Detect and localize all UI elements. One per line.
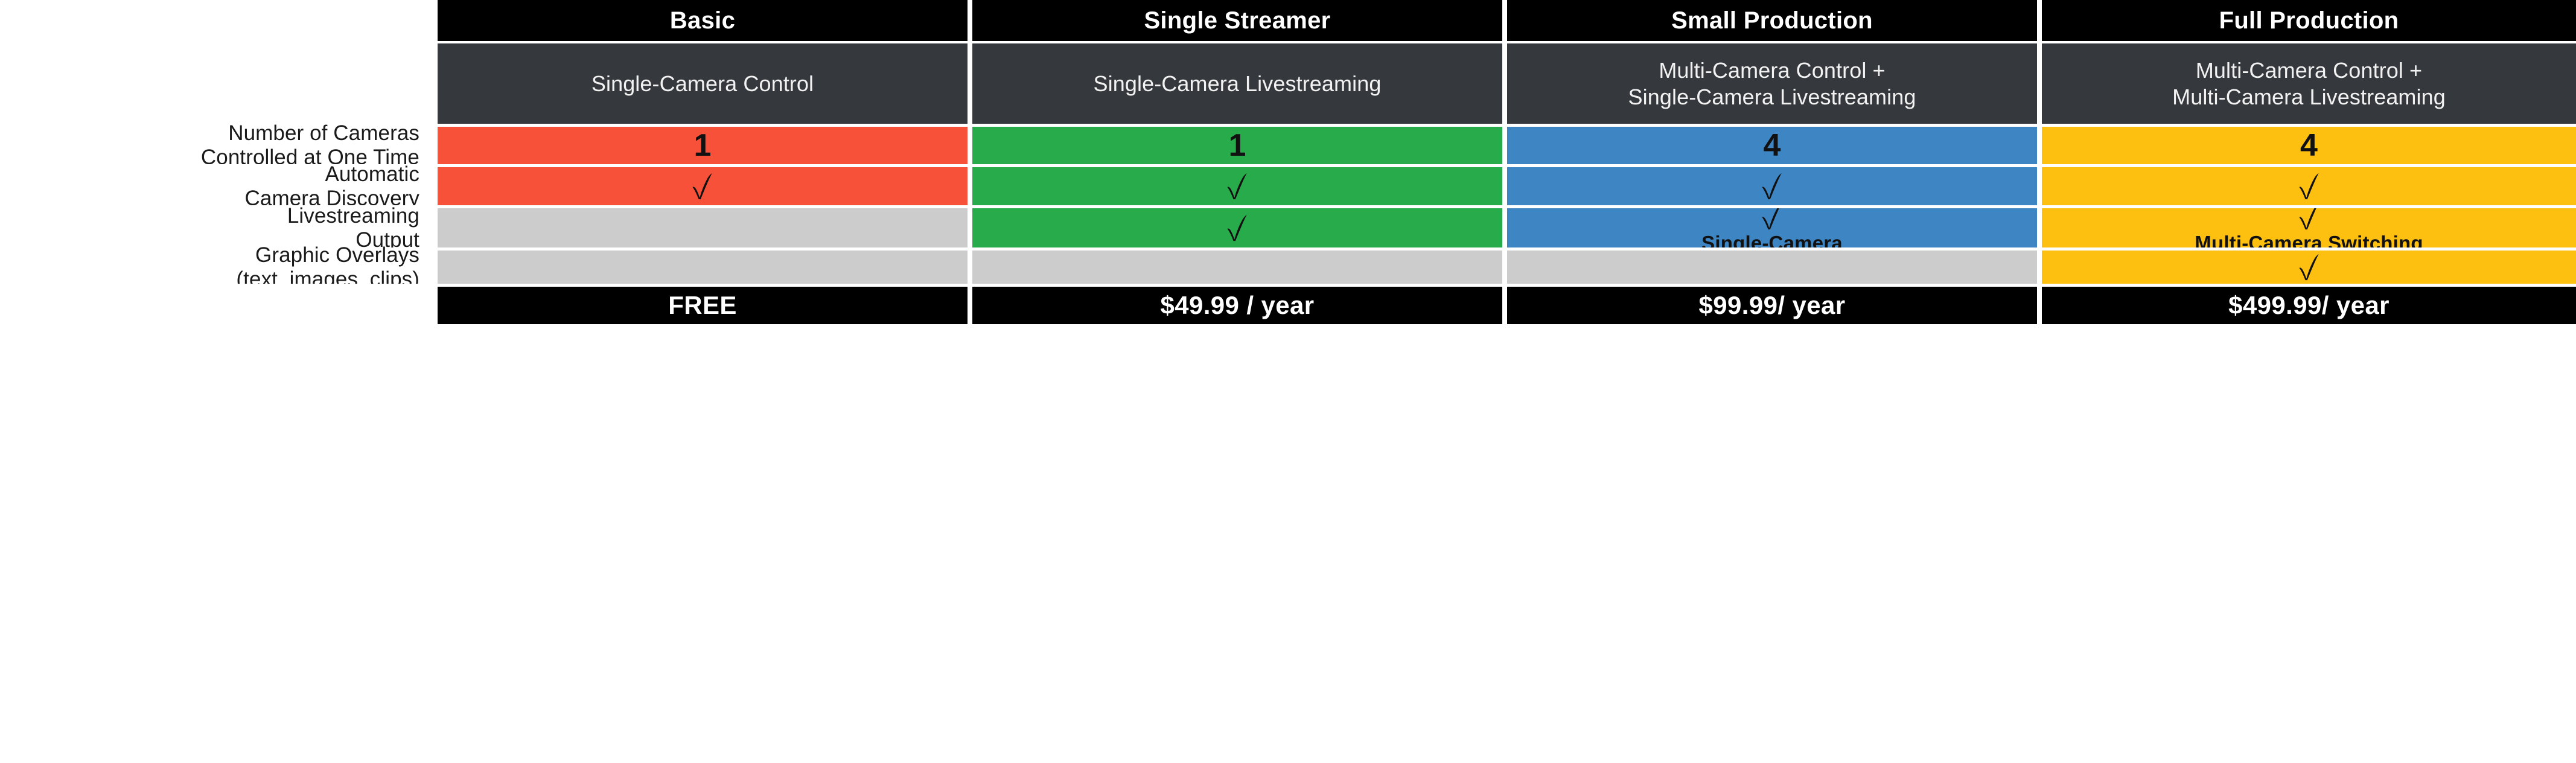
- camera-count-value: 1: [693, 128, 712, 163]
- check-icon: [689, 173, 716, 200]
- feature-cell-value: 4: [2042, 127, 2576, 164]
- feature-cell-included: [972, 208, 1507, 247]
- feature-cell-note: Multi-Camera Switching: [2195, 232, 2423, 247]
- feature-label-graphic-overlays: Graphic Overlays (text, images, clips): [0, 243, 438, 291]
- feature-cell-excluded: [972, 251, 1507, 284]
- price-text: $99.99/ year: [1698, 291, 1846, 319]
- price-cell-single-streamer[interactable]: $49.99 / year: [972, 287, 1507, 324]
- feature-cell-excluded: [438, 251, 972, 284]
- feature-cell-included: [1507, 167, 2042, 205]
- plan-header-basic[interactable]: Basic: [438, 0, 972, 41]
- plan-subtitle-full-production: Multi-Camera Control + Multi-Camera Live…: [2042, 43, 2576, 124]
- feature-cell-included: [438, 167, 972, 205]
- plan-header-full-production[interactable]: Full Production: [2042, 0, 2576, 41]
- camera-count-value: 1: [1228, 128, 1246, 163]
- feature-cell-excluded: [438, 208, 972, 247]
- camera-count-value: 4: [2300, 128, 2318, 163]
- feature-label-automatic-camera-discovery: Automatic Camera Discovery: [0, 162, 438, 210]
- header-label-spacer: [0, 0, 438, 41]
- feature-cell-value: 4: [1507, 127, 2042, 164]
- plan-name: Small Production: [1671, 7, 1873, 34]
- plan-name: Single Streamer: [1144, 7, 1331, 34]
- plan-name: Basic: [669, 7, 736, 34]
- check-icon: [1758, 173, 1786, 200]
- feature-label-livestreaming-output: Livestreaming Output: [0, 204, 438, 252]
- feature-cell-value: 1: [972, 127, 1507, 164]
- feature-label-number-of-cameras: Number of Cameras Controlled at One Time: [0, 121, 438, 169]
- check-icon: [1758, 208, 1786, 231]
- price-text: FREE: [668, 291, 737, 319]
- price-text: $499.99/ year: [2228, 291, 2389, 319]
- plan-subtitle-small-production: Multi-Camera Control + Single-Camera Liv…: [1507, 43, 2042, 124]
- pricing-comparison-table: Basic Single Streamer Small Production F…: [0, 0, 2576, 763]
- feature-cell-included: [2042, 251, 2576, 284]
- check-icon: [2295, 208, 2323, 231]
- feature-label-text: Automatic Camera Discovery: [244, 162, 419, 210]
- plan-subtitle-text: Multi-Camera Control + Single-Camera Liv…: [1628, 57, 1916, 109]
- price-cell-small-production[interactable]: $99.99/ year: [1507, 287, 2042, 324]
- plan-subtitle-basic: Single-Camera Control: [438, 43, 972, 124]
- feature-cell-value: 1: [438, 127, 972, 164]
- subtitle-label-spacer: [0, 43, 438, 124]
- plan-header-single-streamer[interactable]: Single Streamer: [972, 0, 1507, 41]
- feature-cell-excluded: [1507, 251, 2042, 284]
- plan-subtitle-text: Single-Camera Livestreaming: [1093, 71, 1382, 96]
- price-text: $49.99 / year: [1160, 291, 1315, 319]
- plan-subtitle-text: Single-Camera Control: [591, 71, 814, 96]
- feature-cell-included: Multi-Camera Switching: [2042, 208, 2576, 247]
- check-icon: [2295, 254, 2323, 281]
- check-icon: [1223, 173, 1251, 200]
- feature-cell-included: [972, 167, 1507, 205]
- plan-subtitle-single-streamer: Single-Camera Livestreaming: [972, 43, 1507, 124]
- comparison-grid: Basic Single Streamer Small Production F…: [0, 0, 2576, 763]
- feature-cell-included: Single-Camera: [1507, 208, 2042, 247]
- price-cell-full-production[interactable]: $499.99/ year: [2042, 287, 2576, 324]
- plan-subtitle-text: Multi-Camera Control + Multi-Camera Live…: [2172, 57, 2446, 109]
- plan-header-small-production[interactable]: Small Production: [1507, 0, 2042, 41]
- price-cell-basic[interactable]: FREE: [438, 287, 972, 324]
- check-icon: [2295, 173, 2323, 200]
- check-icon: [1223, 214, 1251, 242]
- pricing-label: [0, 287, 438, 324]
- feature-cell-included: [2042, 167, 2576, 205]
- camera-count-value: 4: [1763, 128, 1781, 163]
- plan-name: Full Production: [2219, 7, 2399, 34]
- feature-cell-note: Single-Camera: [1701, 232, 1843, 247]
